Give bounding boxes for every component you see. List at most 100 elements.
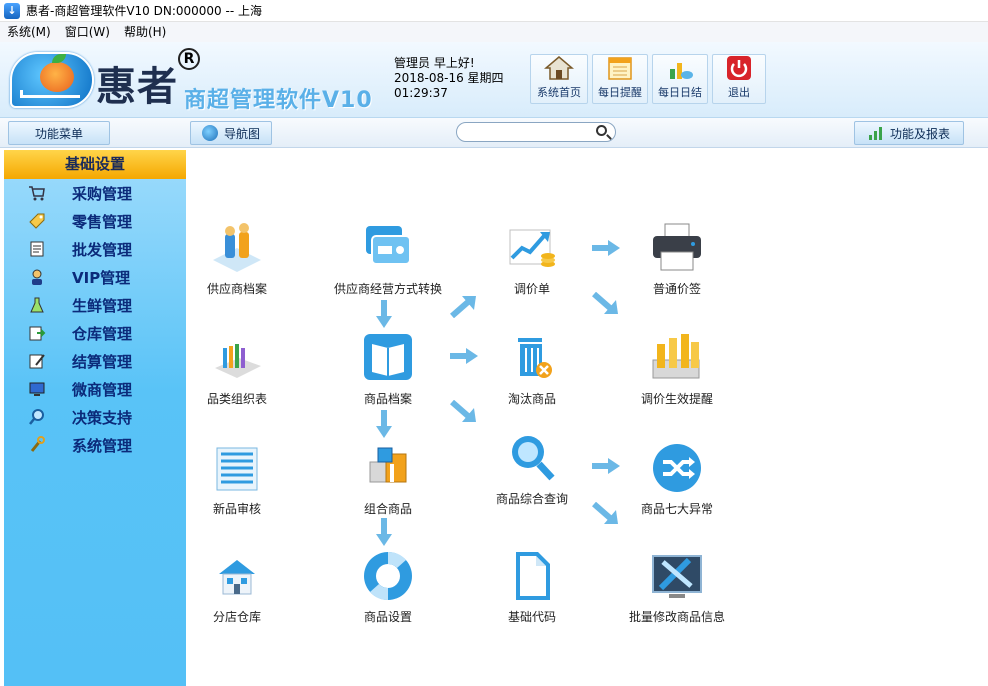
- menu-help[interactable]: 帮助(H): [117, 22, 173, 42]
- search-input[interactable]: [465, 124, 595, 140]
- home-button[interactable]: 系统首页: [530, 54, 588, 104]
- cards-icon: [360, 220, 416, 276]
- nav-label: 品类组织表: [206, 392, 267, 406]
- sidebar-item-warehouse[interactable]: 仓库管理: [4, 319, 186, 347]
- nav-price-effective-reminder[interactable]: 调价生效提醒: [612, 330, 742, 407]
- nav-label: 基础代码: [507, 610, 556, 624]
- brand-logo: 惠者 R 商超管理软件V10: [4, 46, 384, 114]
- lifebuoy-icon: [360, 548, 416, 604]
- report-icon: [868, 126, 884, 140]
- nav-base-code[interactable]: 基础代码: [467, 548, 597, 625]
- sidebar-item-retail[interactable]: 零售管理: [4, 207, 186, 235]
- search-icon: [28, 408, 46, 426]
- calendar-icon: [605, 55, 635, 81]
- sidebar-item-fresh[interactable]: 生鲜管理: [4, 291, 186, 319]
- person-icon: [28, 268, 46, 286]
- brand-subtitle: 商超管理软件V10: [184, 88, 373, 113]
- mascot-logo-icon: [10, 52, 94, 108]
- sidebar-item-purchase[interactable]: 采购管理: [4, 179, 186, 207]
- flask-icon: [28, 296, 46, 314]
- menu-system[interactable]: 系统(M): [0, 22, 58, 42]
- sidebar-item-decision[interactable]: 决策支持: [4, 403, 186, 431]
- sidebar: 基础设置 采购管理 零售管理 批发管理 VIP管理 生鲜管理 仓库管理 结算管理…: [4, 150, 186, 686]
- nav-price-adjust[interactable]: 调价单: [467, 220, 597, 297]
- nav-map-button[interactable]: 导航图: [190, 121, 272, 145]
- daily-chart-icon: [665, 55, 695, 81]
- arrow-right-icon: [592, 240, 620, 256]
- nav-product-query[interactable]: 商品综合查询: [467, 430, 597, 507]
- sidebar-item-wholesale[interactable]: 批发管理: [4, 235, 186, 263]
- daily-settlement-button[interactable]: 每日日结: [652, 54, 708, 104]
- registered-mark: R: [178, 48, 200, 70]
- nav-label: 供应商档案: [206, 282, 267, 296]
- coins-icon: [649, 330, 705, 386]
- menu-window[interactable]: 窗口(W): [58, 22, 117, 42]
- sidebar-item-vip[interactable]: VIP管理: [4, 263, 186, 291]
- home-icon: [543, 55, 575, 81]
- date-label: 2018-08-16 星期四: [394, 71, 504, 85]
- exit-label: 退出: [728, 86, 750, 99]
- arrow-down-right-icon: [450, 400, 476, 422]
- warehouse-icon: [28, 324, 46, 342]
- sidebar-item-label: 仓库管理: [72, 324, 133, 343]
- exit-button[interactable]: 退出: [712, 54, 766, 104]
- nav-category-table[interactable]: 品类组织表: [172, 330, 302, 407]
- nav-label: 调价生效提醒: [640, 392, 713, 406]
- function-menu-button[interactable]: 功能菜单: [8, 121, 110, 145]
- home-button-label: 系统首页: [537, 86, 581, 99]
- nav-label: 批量修改商品信息: [628, 610, 725, 624]
- nav-seven-anomalies[interactable]: 商品七大异常: [612, 440, 742, 517]
- nav-supplier-archive[interactable]: 供应商档案: [172, 220, 302, 297]
- nav-product-settings[interactable]: 商品设置: [323, 548, 453, 625]
- nav-label: 分店仓库: [212, 610, 261, 624]
- search-box: [456, 122, 616, 142]
- sidebar-item-label: 结算管理: [72, 352, 133, 371]
- document-icon: [28, 240, 46, 258]
- nav-label: 商品综合查询: [495, 492, 568, 506]
- nav-label: 调价单: [513, 282, 550, 296]
- sidebar-item-system[interactable]: 系统管理: [4, 431, 186, 459]
- nav-batch-modify[interactable]: 批量修改商品信息: [612, 548, 742, 625]
- nav-combo-product[interactable]: 组合商品: [323, 440, 453, 517]
- daily-reminder-button[interactable]: 每日提醒: [592, 54, 648, 104]
- sidebar-header-basic-settings[interactable]: 基础设置: [4, 150, 186, 179]
- nav-map-label: 导航图: [223, 126, 260, 141]
- shuffle-icon: [649, 440, 705, 496]
- window-title: 惠者-商超管理软件V10 DN:000000 -- 上海: [26, 4, 262, 18]
- list-icon: [209, 440, 265, 496]
- arrow-down-right-icon: [592, 292, 618, 314]
- sidebar-item-label: 批发管理: [72, 240, 133, 259]
- sidebar-item-label: 零售管理: [72, 212, 133, 231]
- nav-eliminated-product[interactable]: 淘汰商品: [467, 330, 597, 407]
- sidebar-item-wechat[interactable]: 微商管理: [4, 375, 186, 403]
- arrow-right-icon: [450, 348, 478, 364]
- monitor-icon: [28, 380, 46, 398]
- time-label: 01:29:37: [394, 86, 448, 100]
- nav-normal-price-tag[interactable]: 普通价签: [612, 220, 742, 297]
- brand-name: 惠者: [96, 63, 178, 110]
- nav-branch-warehouse[interactable]: 分店仓库: [172, 548, 302, 625]
- greeting-panel: 管理员 早上好! 2018-08-16 星期四 01:29:37: [394, 56, 522, 104]
- tools-icon: [649, 548, 705, 604]
- user-greeting: 管理员 早上好!: [394, 56, 475, 70]
- nav-label: 商品设置: [363, 610, 412, 624]
- arrow-up-right-icon: [450, 296, 476, 318]
- sidebar-item-label: 微商管理: [72, 380, 133, 399]
- nav-new-product-review[interactable]: 新品审核: [172, 440, 302, 517]
- app-icon: ↓: [4, 2, 20, 19]
- nav-supplier-mode-convert[interactable]: 供应商经营方式转换: [318, 220, 458, 297]
- nav-label: 组合商品: [363, 502, 412, 516]
- printer-icon: [649, 220, 705, 276]
- sidebar-item-settlement[interactable]: 结算管理: [4, 347, 186, 375]
- category-icon: [209, 330, 265, 386]
- daily-reminder-label: 每日提醒: [598, 86, 642, 99]
- nav-product-archive[interactable]: 商品档案: [323, 330, 453, 407]
- header-band: 惠者 R 商超管理软件V10 管理员 早上好! 2018-08-16 星期四 0…: [0, 42, 988, 118]
- title-bar: ↓ 惠者-商超管理软件V10 DN:000000 -- 上海: [0, 0, 988, 22]
- report-button[interactable]: 功能及报表: [854, 121, 964, 145]
- supplier-icon: [209, 220, 265, 276]
- navigation-map: 供应商档案 品类组织表 新品审核 分店仓库 供应商经营方式转换 商品档案 组合商…: [186, 150, 988, 686]
- sidebar-item-label: 系统管理: [72, 436, 133, 455]
- magnifier-icon: [504, 430, 560, 486]
- search-icon[interactable]: [596, 125, 607, 136]
